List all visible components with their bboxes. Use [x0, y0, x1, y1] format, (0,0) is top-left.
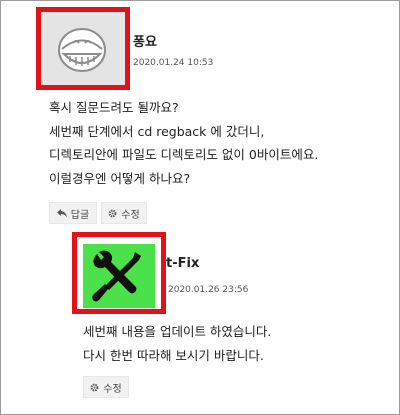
reply-button[interactable]: 답글: [49, 202, 97, 224]
comment1-line: 이럴경우엔 어떻게 하나요?: [49, 170, 191, 186]
comment2-avatar[interactable]: [72, 232, 166, 314]
edit-button-label: 수정: [103, 383, 122, 395]
comment1-body: 혹시 질문드려도 될까요? 세번째 단계에서 cd regback 에 갔더니,…: [49, 96, 318, 190]
comment1-line: 혹시 질문드려도 될까요?: [49, 100, 179, 115]
comment1-line: 세번째 단계에서 cd regback 에 갔더니,: [49, 123, 265, 139]
comment1-author[interactable]: 퐁요: [133, 31, 157, 50]
comment2-edit-button[interactable]: 수정: [83, 376, 129, 398]
comment2-body: 세번째 내용을 업데이트 하였습니다. 다시 한번 따라해 보시기 바랍니다.: [83, 320, 271, 367]
comment2-line: 다시 한번 따라해 보시기 바랍니다.: [83, 347, 264, 363]
comment2-line: 세번째 내용을 업데이트 하였습니다.: [83, 324, 272, 339]
gear-icon: [90, 383, 99, 391]
comment2-date: 2020.01.26 23:56: [168, 285, 249, 295]
comment1-line: 디렉토리안에 파일도 디렉토리도 없이 0바이트에요.: [49, 147, 319, 162]
reply-arrow-icon: [56, 208, 67, 217]
edit-button-label: 수정: [121, 209, 140, 221]
gear-icon: [108, 209, 117, 217]
comment2-author[interactable]: t-Fix: [166, 256, 199, 271]
comment1-date: 2020.01.24 10:53: [133, 58, 214, 68]
tools-icon: [92, 250, 141, 302]
reply-button-label: 답글: [70, 209, 90, 221]
smiling-face-icon: [58, 28, 106, 72]
comment1-edit-button[interactable]: 수정: [101, 202, 147, 224]
comment1-avatar[interactable]: [36, 7, 130, 90]
